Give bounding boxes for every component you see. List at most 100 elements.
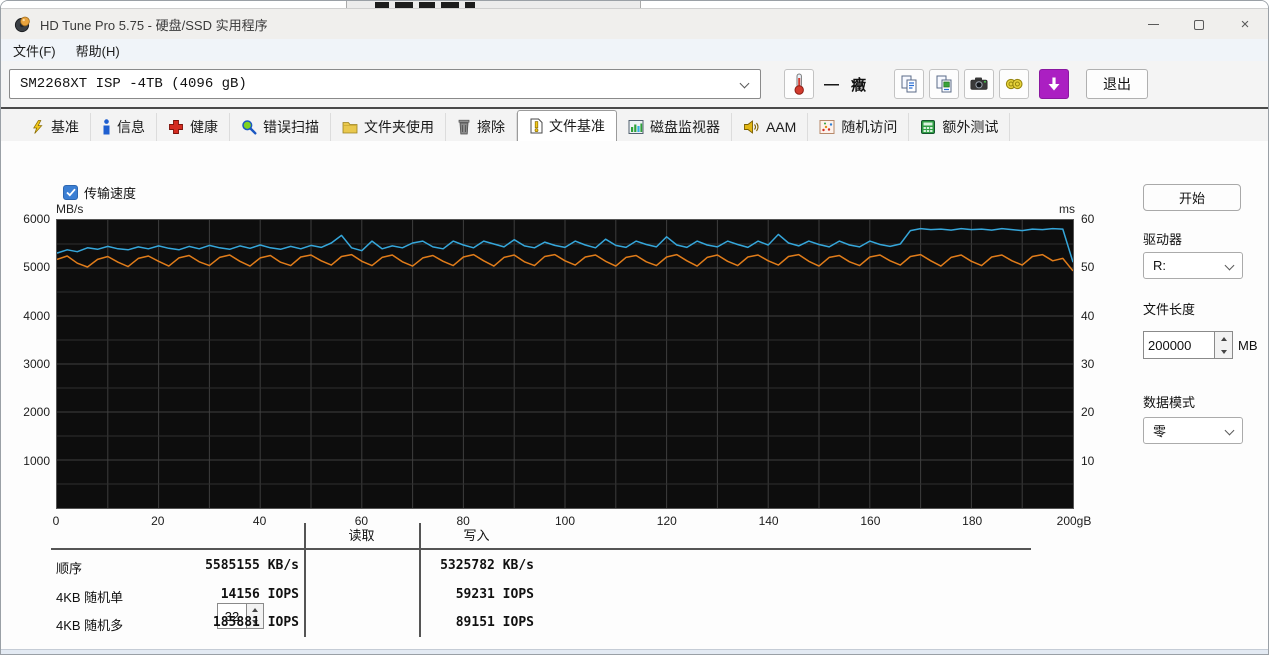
chevron-down-icon (1224, 425, 1235, 436)
title-bar: HD Tune Pro 5.75 - 硬盘/SSD 实用程序 × (1, 8, 1268, 39)
drive-select-value: R: (1153, 258, 1166, 273)
exit-button[interactable]: 退出 (1086, 69, 1148, 99)
tab-label: 文件基准 (549, 118, 605, 134)
tab-info[interactable]: 信息 (91, 113, 157, 141)
data-mode-value: 零 (1153, 424, 1167, 439)
file-benchmark-icon (529, 118, 543, 134)
tab-label: 错误扫描 (263, 119, 319, 135)
tab-aam[interactable]: AAM (732, 113, 809, 141)
drive-selector[interactable]: SM2268XT ISP -4TB (4096 gB) (9, 69, 761, 99)
temperature-value: — (824, 75, 839, 93)
drive-selector-value: SM2268XT ISP -4TB (4096 gB) (20, 76, 247, 92)
screenshot-button[interactable] (964, 69, 994, 99)
maximize-icon (1194, 19, 1204, 30)
copy-image-button[interactable] (929, 69, 959, 99)
random-multi-read-value: 185881 IOPS (212, 615, 299, 630)
file-length-decrement-button[interactable] (1215, 345, 1232, 358)
y-left-unit-label: MB/s (56, 202, 84, 216)
table-header-divider (51, 548, 1031, 550)
tab-disk-monitor[interactable]: 磁盘监视器 (617, 113, 732, 141)
menu-bar: 文件(F) 帮助(H) (1, 39, 1268, 61)
data-mode-label: 数据模式 (1143, 395, 1196, 410)
tab-label: 随机访问 (841, 119, 898, 135)
menu-help[interactable]: 帮助(H) (66, 39, 130, 61)
tab-folder-usage[interactable]: 文件夹使用 (331, 113, 446, 141)
extra-tests-icon (920, 119, 936, 135)
arrow-down-icon (1220, 349, 1227, 354)
camera-icon (970, 77, 988, 90)
tab-erase[interactable]: 擦除 (446, 113, 517, 141)
random-access-icon (819, 119, 835, 135)
results-table: 读取 写入 顺序 5585155 KB/s 5325782 KB/s 4KB 随… (51, 523, 1036, 643)
transfer-speed-checkbox[interactable] (63, 185, 78, 200)
tab-random-access[interactable]: 随机访问 (808, 113, 910, 141)
benchmark-icon (30, 119, 45, 135)
tab-label: 健康 (190, 119, 218, 135)
file-length-increment-button[interactable] (1215, 332, 1232, 345)
tab-label: 文件夹使用 (364, 119, 434, 135)
tab-benchmark[interactable]: 基准 (19, 113, 91, 141)
table-column-divider (304, 523, 306, 637)
copy-text-button[interactable] (894, 69, 924, 99)
disk-monitor-icon (628, 119, 644, 135)
tab-label: 额外测试 (942, 119, 999, 135)
toolbar: SM2268XT ISP -4TB (4096 gB) — 癥 退出 (1, 61, 1268, 109)
aam-icon (743, 119, 760, 135)
transfer-speed-label: 传输速度 (84, 186, 137, 201)
web-share-button[interactable] (999, 69, 1029, 99)
tab-label: 磁盘监视器 (650, 119, 720, 135)
minimize-button[interactable] (1130, 9, 1176, 40)
y-right-unit-label: ms (1059, 202, 1075, 216)
arrow-up-icon (252, 608, 258, 612)
web-share-icon (1005, 78, 1023, 90)
window-footer (1, 649, 1268, 654)
file-length-input[interactable] (1143, 331, 1215, 359)
folder-usage-icon (342, 119, 358, 135)
copy-text-icon (901, 75, 917, 93)
tab-error-scan[interactable]: 错误扫描 (230, 113, 331, 141)
error-scan-icon (241, 119, 257, 135)
row-label-sequential: 顺序 (56, 561, 83, 576)
menu-file[interactable]: 文件(F) (1, 39, 66, 61)
save-results-button[interactable] (1039, 69, 1069, 99)
thermometer-icon (794, 73, 804, 95)
random-single-write-value: 59231 IOPS (455, 587, 534, 602)
drive-label: 驱动器 (1143, 232, 1183, 247)
maximize-button[interactable] (1176, 9, 1222, 40)
transfer-speed-plot (56, 219, 1074, 509)
arrow-up-icon (1220, 336, 1227, 341)
row-label-4kb-random-single: 4KB 随机单 (56, 590, 124, 605)
background-window-fragment (346, 1, 641, 8)
start-button[interactable]: 开始 (1143, 184, 1241, 211)
check-icon (65, 188, 76, 197)
sequential-read-value: 5585155 KB/s (205, 558, 299, 573)
tab-health[interactable]: 健康 (157, 113, 230, 141)
health-icon (168, 119, 184, 135)
copy-image-icon (936, 75, 952, 93)
app-window: HD Tune Pro 5.75 - 硬盘/SSD 实用程序 × 文件(F) 帮… (0, 0, 1269, 655)
file-benchmark-panel: 传输速度 MB/s ms 1000 2000 3000 4000 5000 6000 10… (1, 141, 1268, 649)
file-length-unit: MB (1238, 337, 1258, 353)
file-length-label: 文件长度 (1143, 302, 1196, 317)
temperature-button[interactable] (784, 69, 814, 99)
close-button[interactable]: × (1222, 9, 1268, 40)
hdtune-logo-icon (14, 16, 30, 33)
data-mode-select[interactable]: 零 (1143, 417, 1243, 444)
sequential-write-value: 5325782 KB/s (440, 558, 534, 573)
tab-extra-tests[interactable]: 额外测试 (909, 113, 1011, 141)
table-column-divider (419, 523, 421, 637)
temperature-unit: 癥 (851, 76, 867, 94)
erase-icon (457, 119, 471, 135)
write-column-header: 写入 (463, 528, 490, 543)
download-arrow-icon (1048, 77, 1060, 91)
info-icon (102, 119, 111, 135)
tab-label: 擦除 (477, 119, 505, 135)
close-icon: × (1240, 16, 1250, 33)
tab-label: AAM (766, 119, 797, 135)
tab-file-benchmark[interactable]: 文件基准 (517, 110, 617, 141)
drive-select[interactable]: R: (1143, 252, 1243, 279)
top-strip (1, 1, 1268, 8)
tab-label: 基准 (51, 119, 79, 135)
row-label-4kb-random-multi: 4KB 随机多 (56, 618, 124, 633)
chevron-down-icon (1224, 260, 1235, 271)
